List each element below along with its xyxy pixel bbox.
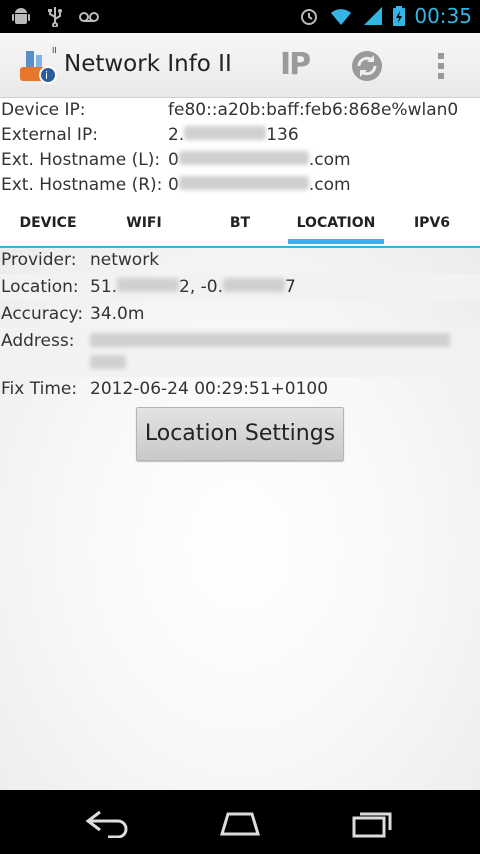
status-bar: 00:35 (0, 0, 480, 33)
home-icon[interactable] (216, 808, 264, 838)
battery-charging-icon (393, 6, 406, 26)
redacted-text (117, 278, 180, 292)
fix-time-label: Fix Time: (1, 379, 78, 399)
device-ip-row: Device IP: fe80::a20b:baff:feb6:868e%wla… (0, 98, 480, 123)
location-lat-prefix: 51. (90, 277, 118, 297)
address-row: Address: (0, 328, 480, 377)
location-label: Location: (1, 277, 79, 297)
svg-text:i: i (45, 69, 48, 82)
redacted-text (184, 126, 267, 140)
accuracy-value: 34.0m (90, 304, 145, 324)
back-icon[interactable] (84, 808, 132, 838)
tab-device[interactable]: DEVICE (0, 204, 96, 244)
signal-icon (364, 7, 383, 25)
external-ip-row: External IP: 2. 136 (0, 123, 480, 148)
location-panel: Provider: network Location: 51. 2, -0. 7 A… (0, 248, 480, 790)
status-time: 00:35 (414, 4, 472, 28)
navigation-bar (0, 790, 480, 854)
location-value: 51. 2, -0. 7 (90, 277, 296, 297)
device-ip-label: Device IP: (1, 100, 86, 120)
ext-hostname-r-row: Ext. Hostname (R): 0 .com (0, 173, 480, 198)
external-ip-suffix: 136 (266, 125, 299, 145)
ext-hostname-l-prefix: 0 (168, 150, 179, 170)
redacted-text (178, 176, 309, 190)
tab-bar: DEVICE WIFI BT LOCATION IPV6 (0, 204, 480, 248)
network-info-app-icon[interactable]: i II (18, 45, 60, 85)
ext-hostname-l-row: Ext. Hostname (L): 0 .com (0, 148, 480, 173)
accuracy-row: Accuracy: 34.0m (0, 301, 480, 328)
ext-hostname-r-prefix: 0 (168, 175, 179, 195)
device-ip-value: fe80::a20b:baff:feb6:868e%wlan0 (168, 100, 459, 120)
ext-hostname-r-label: Ext. Hostname (R): (1, 175, 163, 195)
ext-hostname-r-value: 0 .com (168, 175, 351, 195)
svg-text:II: II (52, 46, 57, 55)
address-label: Address: (1, 331, 75, 351)
ext-hostname-l-value: 0 .com (168, 150, 351, 170)
fix-time-row: Fix Time: 2012-06-24 00:29:51+0100 (0, 377, 480, 404)
tab-location[interactable]: LOCATION (288, 204, 384, 244)
android-debug-icon (12, 8, 30, 24)
wifi-icon (331, 9, 352, 25)
redacted-text (90, 355, 126, 369)
redacted-text (90, 333, 450, 347)
ext-hostname-l-suffix: .com (308, 150, 351, 170)
app-title: Network Info II (64, 51, 232, 77)
location-lon-suffix: 7 (285, 277, 296, 297)
redacted-text (223, 278, 286, 292)
address-value (90, 333, 450, 369)
tab-ipv6[interactable]: IPV6 (384, 204, 480, 244)
voicemail-icon (79, 12, 99, 22)
fix-time-value: 2012-06-24 00:29:51+0100 (90, 379, 329, 399)
external-ip-value: 2. 136 (168, 125, 299, 145)
refresh-icon[interactable] (350, 49, 384, 83)
ext-hostname-l-label: Ext. Hostname (L): (1, 150, 161, 170)
external-ip-label: External IP: (1, 125, 98, 145)
overflow-menu-icon[interactable] (436, 51, 446, 81)
tab-bt[interactable]: BT (192, 204, 288, 244)
recent-apps-icon[interactable] (350, 808, 398, 838)
location-settings-button[interactable]: Location Settings (136, 407, 344, 461)
ip-button[interactable]: IP (280, 47, 311, 82)
provider-row: Provider: network (0, 248, 480, 274)
action-bar: i II Network Info II IP (0, 33, 480, 98)
accuracy-label: Accuracy: (1, 304, 84, 324)
ext-hostname-r-suffix: .com (308, 175, 351, 195)
location-lat-suffix: 2, -0. (179, 277, 224, 297)
location-row: Location: 51. 2, -0. 7 (0, 274, 480, 301)
external-ip-prefix: 2. (168, 125, 185, 145)
tab-wifi[interactable]: WIFI (96, 204, 192, 244)
provider-value: network (90, 250, 160, 270)
usb-icon (48, 7, 62, 27)
provider-label: Provider: (1, 250, 77, 270)
alarm-icon (301, 9, 318, 25)
redacted-text (178, 151, 309, 165)
